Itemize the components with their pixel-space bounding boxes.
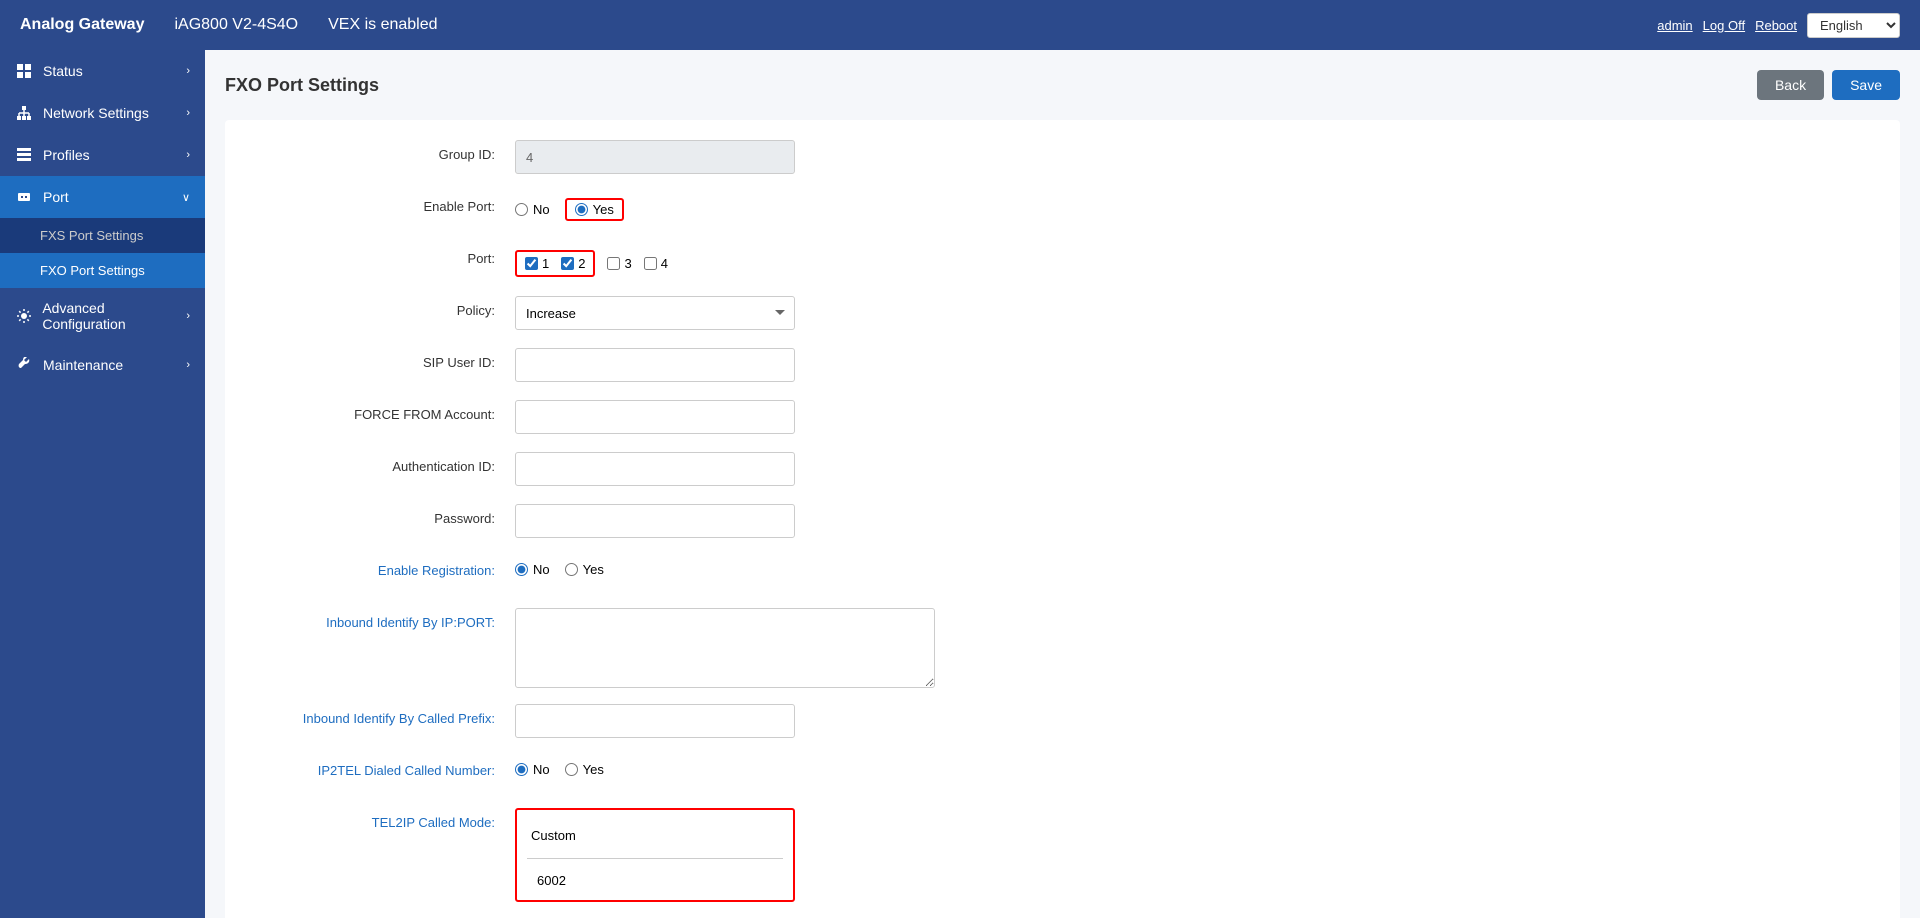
network-icon (15, 104, 33, 122)
chevron-right-icon: › (186, 310, 190, 322)
auth-id-label: Authentication ID: (255, 452, 515, 474)
sidebar-label-network: Network Settings (43, 105, 149, 121)
chevron-right-icon: › (186, 107, 190, 119)
logoff-link[interactable]: Log Off (1703, 18, 1745, 33)
main-content: FXO Port Settings Back Save Group ID: En… (205, 50, 1920, 918)
inbound-prefix-input[interactable] (515, 704, 795, 738)
password-input[interactable] (515, 504, 795, 538)
admin-label: admin (1657, 18, 1692, 33)
policy-label: Policy: (255, 296, 515, 318)
policy-row: Policy: Increase Decrease Round Robin (255, 296, 1870, 332)
inbound-ip-textarea[interactable] (515, 608, 935, 688)
port-icon (15, 188, 33, 206)
form-container: Group ID: Enable Port: No Yes (225, 120, 1900, 918)
password-row: Password: (255, 504, 1870, 540)
port-3[interactable]: 3 (607, 256, 631, 271)
force-from-input[interactable] (515, 400, 795, 434)
inbound-prefix-label: Inbound Identify By Called Prefix: (255, 704, 515, 726)
enable-reg-label: Enable Registration: (255, 556, 515, 578)
save-button[interactable]: Save (1832, 70, 1900, 100)
enable-port-row: Enable Port: No Yes (255, 192, 1870, 228)
ip2tel-label: IP2TEL Dialed Called Number: (255, 756, 515, 778)
app-header: Analog Gateway iAG800 V2-4S4O VEX is ena… (0, 0, 1920, 50)
sidebar-item-status[interactable]: Status › (0, 50, 205, 92)
port-checkbox-group: 1 2 3 4 (515, 244, 668, 277)
page-header: FXO Port Settings Back Save (225, 70, 1900, 100)
tel2ip-user-input[interactable] (533, 869, 783, 892)
grid-icon (15, 62, 33, 80)
page-title: FXO Port Settings (225, 75, 379, 96)
auth-id-row: Authentication ID: (255, 452, 1870, 488)
sidebar-label-status: Status (43, 63, 83, 79)
group-id-label: Group ID: (255, 140, 515, 162)
ip2tel-no[interactable]: No (515, 762, 550, 777)
enable-port-yes-highlight: Yes (565, 198, 624, 221)
maintenance-icon (15, 356, 33, 374)
inbound-prefix-row: Inbound Identify By Called Prefix: (255, 704, 1870, 740)
sidebar-label-maintenance: Maintenance (43, 357, 123, 373)
port-2[interactable]: 2 (561, 256, 585, 271)
chevron-down-icon: ∨ (182, 191, 190, 204)
force-from-label: FORCE FROM Account: (255, 400, 515, 422)
force-from-row: FORCE FROM Account: (255, 400, 1870, 436)
port-row: Port: 1 2 3 (255, 244, 1870, 280)
inbound-ip-row: Inbound Identify By IP:PORT: (255, 608, 1870, 688)
group-id-row: Group ID: (255, 140, 1870, 176)
language-select[interactable]: English (1807, 13, 1900, 38)
group-id-input[interactable] (515, 140, 795, 174)
reboot-link[interactable]: Reboot (1755, 18, 1797, 33)
enable-reg-no[interactable]: No (515, 562, 550, 577)
ip2tel-yes[interactable]: Yes (565, 762, 604, 777)
ip2tel-row: IP2TEL Dialed Called Number: No Yes (255, 756, 1870, 792)
header-right: admin Log Off Reboot English (1657, 13, 1900, 38)
sidebar-label-advanced: Advanced Configuration (42, 300, 186, 332)
enable-port-yes[interactable]: Yes (575, 202, 614, 217)
tel2ip-border: Custom Default Manual (515, 808, 795, 902)
action-buttons: Back Save (1757, 70, 1900, 100)
chevron-right-icon: › (186, 149, 190, 161)
sidebar-label-port: Port (43, 189, 69, 205)
port-border-checked: 1 2 (515, 250, 595, 277)
tel2ip-mode-row: TEL2IP Called Mode: Custom Default Manua… (255, 808, 1870, 902)
tel2ip-mode-label: TEL2IP Called Mode: (255, 808, 515, 830)
port-1[interactable]: 1 (525, 256, 549, 271)
inbound-ip-label: Inbound Identify By IP:PORT: (255, 608, 515, 630)
sip-user-id-row: SIP User ID: (255, 348, 1870, 384)
sidebar-item-profiles[interactable]: Profiles › (0, 134, 205, 176)
enable-port-label: Enable Port: (255, 192, 515, 214)
sidebar-item-fxo[interactable]: FXO Port Settings (0, 253, 205, 288)
enable-reg-group: No Yes (515, 556, 604, 577)
sidebar-item-advanced[interactable]: Advanced Configuration › (0, 288, 205, 344)
enable-port-no[interactable]: No (515, 202, 550, 217)
main-layout: Status › Network Settings › Profiles › (0, 50, 1920, 918)
enable-reg-yes[interactable]: Yes (565, 562, 604, 577)
enable-reg-row: Enable Registration: No Yes (255, 556, 1870, 592)
port-4[interactable]: 4 (644, 256, 668, 271)
advanced-icon (15, 307, 32, 325)
sip-user-id-label: SIP User ID: (255, 348, 515, 370)
sidebar-item-network[interactable]: Network Settings › (0, 92, 205, 134)
profiles-icon (15, 146, 33, 164)
enable-port-group: No Yes (515, 192, 624, 221)
sidebar-item-fxs[interactable]: FXS Port Settings (0, 218, 205, 253)
tel2ip-mode-select[interactable]: Custom Default Manual (527, 818, 783, 852)
sidebar-item-port[interactable]: Port ∨ (0, 176, 205, 218)
brand-name: Analog Gateway (20, 16, 144, 34)
chevron-right-icon: › (186, 65, 190, 77)
port-label: Port: (255, 244, 515, 266)
sip-user-id-input[interactable] (515, 348, 795, 382)
chevron-right-icon: › (186, 359, 190, 371)
ip2tel-group: No Yes (515, 756, 604, 777)
sidebar-label-profiles: Profiles (43, 147, 90, 163)
password-label: Password: (255, 504, 515, 526)
back-button[interactable]: Back (1757, 70, 1824, 100)
auth-id-input[interactable] (515, 452, 795, 486)
sidebar: Status › Network Settings › Profiles › (0, 50, 205, 918)
vex-status: VEX is enabled (328, 16, 437, 34)
sidebar-item-maintenance[interactable]: Maintenance › (0, 344, 205, 386)
port-submenu: FXS Port Settings FXO Port Settings (0, 218, 205, 288)
policy-select[interactable]: Increase Decrease Round Robin (515, 296, 795, 330)
device-model: iAG800 V2-4S4O (174, 16, 298, 34)
